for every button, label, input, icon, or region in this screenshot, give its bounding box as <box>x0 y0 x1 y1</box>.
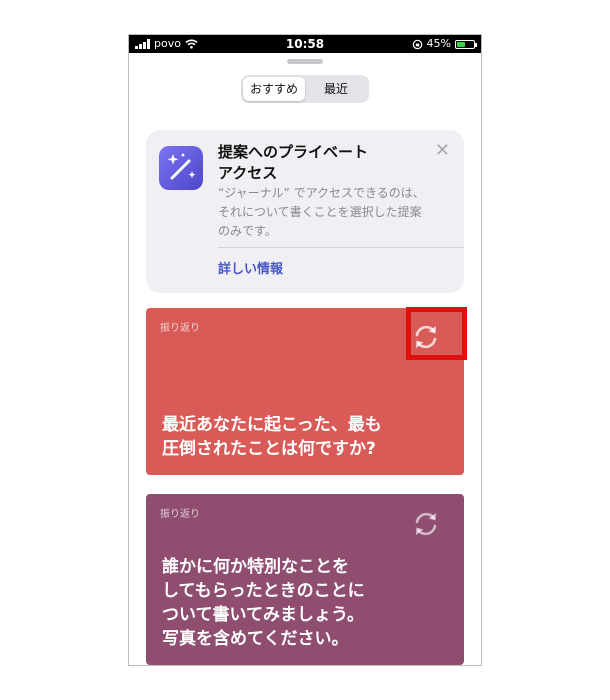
prompt-question: 最近あなたに起こった、最も 圧倒されたことは何ですか? <box>162 415 382 459</box>
tab-recommended[interactable]: おすすめ <box>243 77 305 101</box>
battery-icon <box>455 39 477 49</box>
learn-more-link[interactable]: 詳しい情報 <box>218 258 283 277</box>
privacy-card-body: “ジャーナル” でアクセスできるのは、 それについて書くことを選択した提案 のみ… <box>218 186 425 238</box>
prompt-question: 誰かに何か特別なことを してもらったときのことに ついて書いてみましょう。 写真… <box>162 557 365 649</box>
tab-recent[interactable]: 最近 <box>305 77 367 101</box>
prompt-category: 振り返り <box>160 509 200 520</box>
highlight-box <box>406 307 467 360</box>
battery-percent: 45% <box>426 37 451 50</box>
prompt-card[interactable]: 振り返り 誰かに何か特別なことを してもらったときのことに ついて書いてみましょ… <box>146 494 464 665</box>
status-bar: povo 10:58 45% <box>129 35 481 53</box>
magic-wand-icon <box>159 146 203 190</box>
refresh-icon <box>415 512 437 536</box>
prompt-category: 振り返り <box>160 323 200 334</box>
segmented-control: おすすめ 最近 <box>241 75 369 103</box>
divider <box>218 247 464 248</box>
refresh-button[interactable] <box>404 502 448 546</box>
sheet-grabber[interactable] <box>287 59 323 64</box>
privacy-card-title: 提案へのプライベート アクセス <box>218 143 369 182</box>
orientation-lock-icon <box>412 39 422 49</box>
close-icon[interactable]: ✕ <box>435 140 450 161</box>
privacy-info-card: 提案へのプライベート アクセス “ジャーナル” でアクセスできるのは、 それにつ… <box>146 130 464 293</box>
